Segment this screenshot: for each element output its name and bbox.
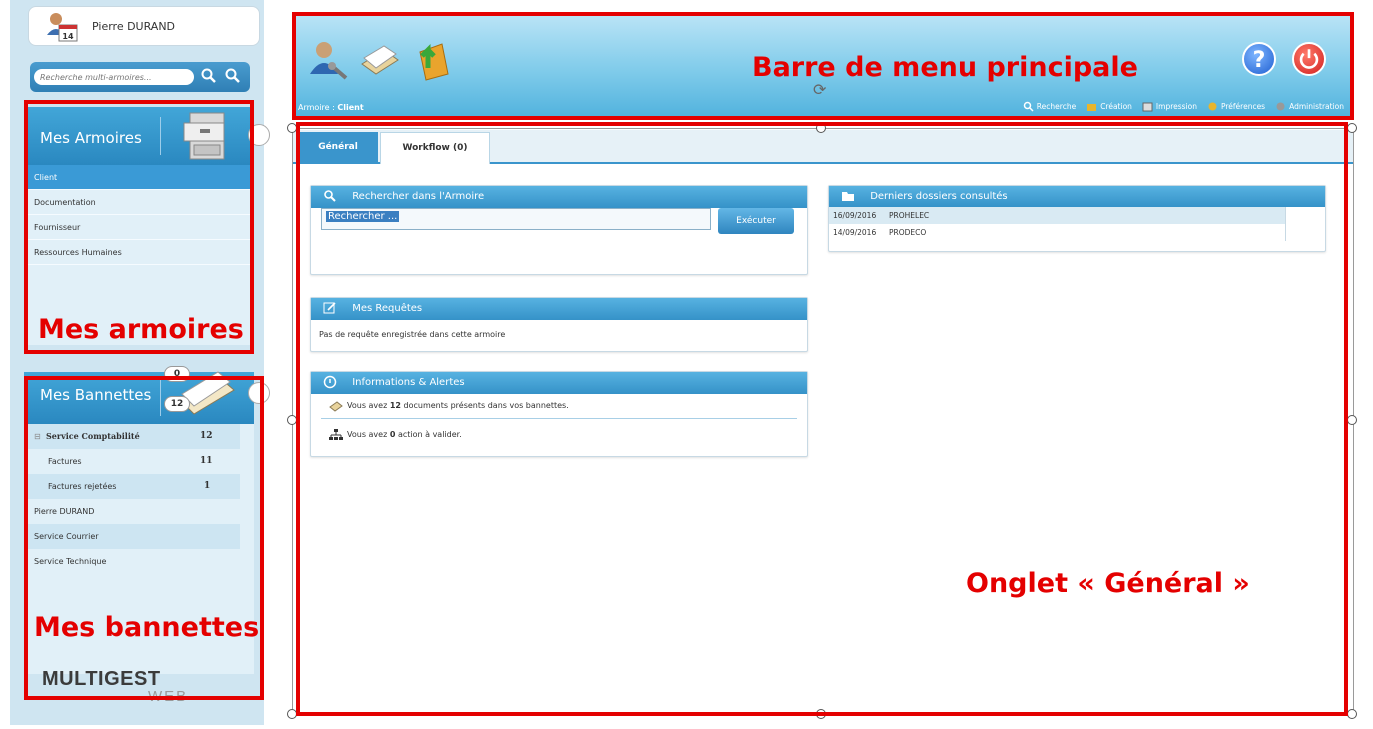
resize-handle[interactable] [1347, 415, 1357, 425]
annotation-box-onglet [296, 122, 1348, 716]
annotation-label-menu: Barre de menu principale [752, 52, 1138, 83]
annotation-label-onglet: Onglet « Général » [966, 568, 1250, 599]
annotation-box-bannettes [24, 376, 264, 700]
advanced-search-icon[interactable] [224, 67, 242, 85]
svg-text:14: 14 [62, 32, 74, 41]
annotation-label-bannettes: Mes bannettes [34, 612, 260, 643]
annotation-label-armoires: Mes armoires [38, 314, 244, 345]
resize-handle[interactable] [1347, 709, 1357, 719]
user-card[interactable]: 14 Pierre DURAND [28, 6, 260, 46]
multi-search-input[interactable] [34, 69, 194, 85]
user-calendar-icon: 14 [47, 13, 78, 42]
multi-search-bar [30, 62, 250, 92]
user-name: Pierre DURAND [92, 20, 176, 33]
resize-handle[interactable] [1347, 123, 1357, 133]
search-icon[interactable] [200, 67, 218, 85]
